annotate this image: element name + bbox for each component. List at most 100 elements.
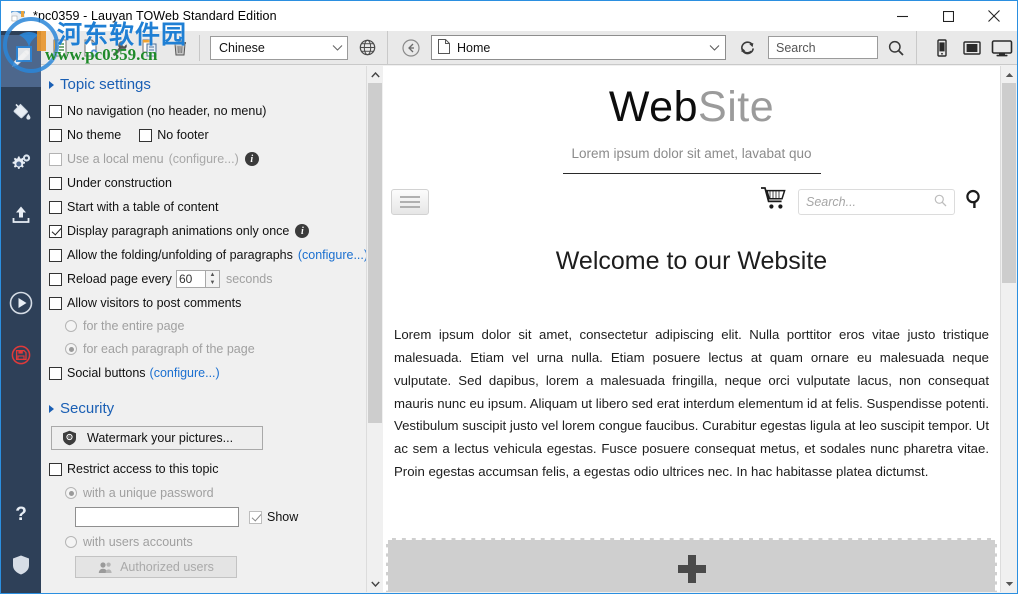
option-users-accounts[interactable]: with users accounts [65, 533, 356, 551]
page-select[interactable]: Home [431, 35, 726, 60]
magnifier-icon[interactable] [965, 189, 984, 214]
section-header-topic-settings[interactable]: Topic settings [49, 76, 356, 93]
table-of-content-label: Start with a table of content [67, 200, 219, 214]
toolbar-search-box[interactable] [768, 36, 878, 59]
option-comments-entire-page[interactable]: for the entire page [65, 317, 356, 335]
scroll-down-icon[interactable] [367, 575, 383, 592]
expander-triangle-icon [49, 80, 54, 89]
stepper-down-icon[interactable]: ▼ [206, 279, 219, 287]
panel-scrollbar-thumb[interactable] [368, 83, 382, 423]
body-paragraph: Lorem ipsum dolor sit amet, consectetur … [394, 327, 989, 480]
show-password-checkbox[interactable] [249, 510, 262, 524]
topic-list-icon[interactable] [45, 33, 75, 63]
allow-comments-checkbox[interactable] [49, 296, 62, 310]
watermark-pictures-button[interactable]: © Watermark your pictures... [51, 426, 263, 450]
sidebar-item-edit[interactable] [1, 35, 41, 87]
show-password-toggle[interactable]: Show [249, 510, 298, 524]
toolbar-left-group: Chinese [1, 31, 381, 65]
option-table-of-content[interactable]: Start with a table of content [49, 198, 356, 216]
option-folding[interactable]: Allow the folding/unfolding of paragraph… [49, 246, 366, 264]
new-page-icon[interactable] [75, 33, 105, 63]
sidebar-item-publish[interactable] [1, 191, 41, 243]
option-unique-password[interactable]: with a unique password [65, 484, 356, 502]
magnifier-icon[interactable] [882, 34, 910, 62]
sidebar-item-theme[interactable] [1, 87, 41, 139]
sidebar-item-preview[interactable] [1, 279, 41, 331]
close-button[interactable] [971, 1, 1017, 31]
comments-entire-page-radio[interactable] [65, 320, 77, 332]
local-menu-checkbox[interactable] [49, 152, 62, 166]
toolbar-separator [199, 34, 200, 61]
refresh-icon[interactable] [734, 35, 760, 61]
folding-configure-link[interactable]: (configure...) [298, 248, 366, 262]
option-paragraph-animations[interactable]: Display paragraph animations only once i [49, 222, 356, 240]
add-paragraph-zone[interactable] [386, 538, 997, 592]
no-footer-checkbox[interactable] [139, 128, 153, 142]
scroll-down-icon[interactable] [1001, 575, 1017, 592]
info-icon[interactable]: i [244, 152, 259, 166]
password-field[interactable] [75, 507, 239, 527]
comments-each-paragraph-radio[interactable] [65, 343, 77, 355]
language-select[interactable]: Chinese [210, 35, 348, 60]
site-search-box[interactable]: Search... [798, 188, 955, 215]
sidebar-item-shield[interactable] [1, 541, 41, 593]
panel-scrollbar[interactable] [366, 66, 382, 592]
sidebar-item-save[interactable] [1, 331, 41, 383]
restrict-access-checkbox[interactable] [49, 462, 62, 476]
sidebar-item-help[interactable]: ? [1, 489, 41, 541]
table-of-content-checkbox[interactable] [49, 200, 62, 214]
desktop-preview-icon[interactable] [987, 33, 1017, 63]
phone-preview-icon[interactable] [927, 33, 957, 63]
option-reload-page[interactable]: Reload page every 60 ▲ ▼ seconds [49, 270, 356, 288]
option-social-buttons[interactable]: Social buttons (configure...) [49, 364, 356, 382]
reload-page-checkbox[interactable] [49, 272, 62, 286]
copy-icon[interactable] [135, 33, 165, 63]
stepper-up-icon[interactable]: ▲ [206, 271, 219, 279]
option-no-navigation[interactable]: No navigation (no header, no menu) [49, 102, 356, 120]
website-preview: WebSite Lorem ipsum dolor sit amet, lava… [383, 66, 1000, 592]
social-buttons-checkbox[interactable] [49, 366, 62, 380]
plus-icon[interactable] [677, 555, 706, 583]
unique-password-radio[interactable] [65, 487, 77, 499]
globe-icon[interactable] [353, 33, 381, 63]
under-construction-checkbox[interactable] [49, 176, 62, 190]
search-input[interactable] [774, 39, 872, 56]
users-accounts-label: with users accounts [83, 535, 193, 549]
users-accounts-radio[interactable] [65, 536, 77, 548]
authorized-users-button[interactable]: Authorized users [75, 556, 237, 578]
no-navigation-checkbox[interactable] [49, 104, 62, 118]
section-header-security[interactable]: Security [49, 400, 356, 417]
folding-checkbox[interactable] [49, 248, 62, 262]
option-restrict-access[interactable]: Restrict access to this topic [49, 460, 356, 478]
back-arrow-icon[interactable] [398, 35, 424, 61]
trash-icon[interactable] [165, 33, 195, 63]
search-icon [934, 194, 947, 210]
paragraph-animations-checkbox[interactable] [49, 224, 62, 238]
local-menu-configure-link[interactable]: (configure...) [169, 152, 239, 166]
option-under-construction[interactable]: Under construction [49, 174, 356, 192]
social-buttons-configure-link[interactable]: (configure...) [150, 366, 220, 380]
scroll-up-icon[interactable] [367, 66, 383, 83]
option-local-menu[interactable]: Use a local menu (configure...) i [49, 150, 356, 168]
sidebar-item-settings[interactable] [1, 139, 41, 191]
preview-scrollbar[interactable] [1000, 66, 1016, 592]
reload-seconds-stepper[interactable]: ▲ ▼ [205, 270, 220, 288]
preview-scrollbar-thumb[interactable] [1002, 83, 1016, 283]
site-title-dark: Web [608, 83, 699, 131]
minimize-button[interactable] [879, 1, 925, 31]
save-red-icon [10, 344, 32, 371]
shopping-cart-icon[interactable] [760, 186, 788, 217]
hamburger-icon[interactable] [391, 188, 429, 215]
info-icon[interactable]: i [295, 224, 310, 238]
option-comments-each-paragraph[interactable]: for each paragraph of the page [65, 340, 356, 358]
watermark-pictures-label: Watermark your pictures... [87, 431, 234, 445]
tablet-preview-icon[interactable] [957, 33, 987, 63]
reload-seconds-input[interactable]: 60 [175, 270, 206, 288]
scroll-up-icon[interactable] [1001, 66, 1017, 83]
maximize-button[interactable] [925, 1, 971, 31]
title-bar: *pc0359 - Lauyan TOWeb Standard Edition [1, 1, 1017, 31]
reload-unit-label: seconds [225, 272, 273, 286]
no-theme-checkbox[interactable] [49, 128, 62, 142]
wrench-icon[interactable] [105, 33, 135, 63]
option-allow-comments[interactable]: Allow visitors to post comments [49, 294, 356, 312]
